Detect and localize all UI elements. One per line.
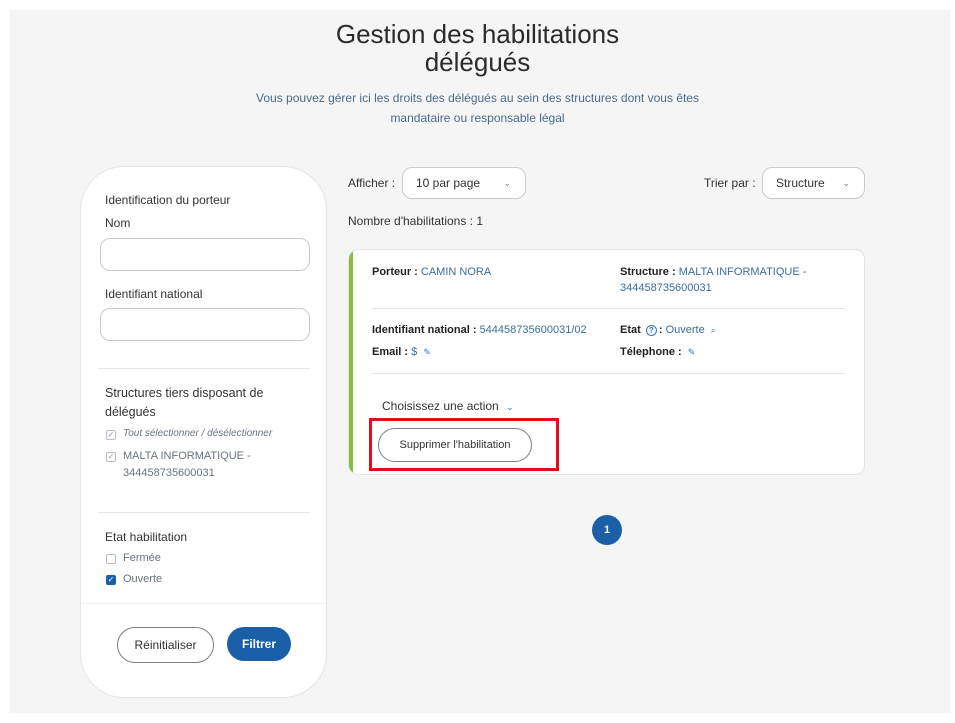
divider: [98, 368, 310, 369]
page-size-select[interactable]: 10 par page ⌄: [402, 167, 526, 199]
reset-button[interactable]: Réinitialiser: [117, 627, 214, 663]
edit-icon[interactable]: ✎: [688, 344, 696, 360]
nom-input[interactable]: [100, 238, 310, 271]
search-icon[interactable]: ⌕: [711, 322, 716, 338]
afficher-label: Afficher :: [348, 176, 396, 190]
telephone-label: Télephone :: [620, 346, 682, 358]
telephone-field: Télephone : ✎: [620, 344, 695, 360]
sort-value: Structure: [776, 176, 825, 190]
page-size-value: 10 par page: [416, 176, 481, 190]
etat-field: Etat ?: Ouverte ⌕: [620, 322, 716, 338]
help-icon[interactable]: ?: [645, 325, 657, 336]
card-divider: [372, 373, 845, 374]
structure-item-label: MALTA INFORMATIQUE -: [123, 450, 251, 462]
filter-sidebar: Identification du porteur Nom Identifian…: [80, 166, 327, 698]
structures-heading-line2: délégués: [105, 405, 156, 419]
page-title-line2: délégués: [424, 47, 531, 77]
structure-checkbox[interactable]: ✓: [106, 452, 116, 462]
filter-button[interactable]: Filtrer: [227, 627, 291, 661]
page-subtitle-line2: mandataire ou responsable légal: [390, 111, 565, 125]
pagination-page-button[interactable]: 1: [592, 515, 622, 545]
structures-heading: Structures tiers disposant de: [105, 386, 264, 400]
identifiant-national-input[interactable]: [100, 308, 310, 341]
nom-label: Nom: [105, 216, 131, 230]
action-label: Choisissez une action: [382, 399, 499, 413]
porteur-label: Porteur :: [372, 266, 418, 278]
email-field: Email : $ ✎: [372, 344, 431, 360]
chevron-down-icon: ⌄: [506, 402, 514, 412]
structure-id-field: 344458735600031: [620, 280, 712, 296]
identification-heading: Identification du porteur: [105, 193, 231, 207]
edit-icon[interactable]: ✎: [423, 344, 431, 360]
select-all-label: Tout sélectionner / désélectionner: [123, 428, 273, 439]
page-title: Gestion des habilitations: [335, 19, 620, 49]
structure-field: Structure : MALTA INFORMATIQUE -: [620, 264, 806, 280]
etat-heading: Etat habilitation: [105, 530, 188, 544]
chevron-down-icon: ⌄: [842, 178, 850, 188]
porteur-value: CAMIN NORA: [420, 266, 492, 278]
highlight-box: [369, 418, 559, 471]
structure-label: Structure :: [620, 266, 676, 278]
sort-select[interactable]: Structure ⌄: [762, 167, 865, 199]
fermee-checkbox[interactable]: [106, 554, 116, 564]
fermee-label: Fermée: [123, 552, 161, 564]
habilitations-count: Nombre d'habilitations : 1: [348, 214, 484, 228]
structure-value: MALTA INFORMATIQUE -: [678, 266, 807, 278]
action-dropdown[interactable]: Choisissez une action ⌄: [382, 398, 514, 415]
etat-value: Ouverte: [665, 324, 705, 336]
identifiant-field: Identifiant national : 544458735600031/0…: [372, 322, 587, 338]
porteur-field: Porteur : CAMIN NORA: [372, 264, 491, 280]
structure-value-id: 344458735600031: [620, 282, 712, 294]
email-value: $: [411, 346, 418, 358]
page-subtitle: Vous pouvez gérer ici les droits des dél…: [256, 91, 699, 105]
ouverte-checkbox[interactable]: ✓: [106, 575, 116, 585]
chevron-down-icon: ⌄: [503, 178, 511, 188]
structure-item-id: 344458735600031: [123, 467, 215, 479]
email-label: Email :: [372, 346, 409, 358]
trier-label: Trier par :: [704, 176, 756, 190]
card-divider: [372, 308, 845, 309]
card-accent-bar: [349, 250, 353, 474]
select-all-checkbox[interactable]: ✓: [106, 430, 116, 440]
identifiant-label: Identifiant national :: [372, 324, 477, 336]
identifiant-value: 544458735600031/02: [479, 324, 587, 336]
divider: [98, 512, 310, 513]
identifiant-national-label: Identifiant national: [105, 287, 203, 301]
divider: [81, 603, 326, 604]
ouverte-label: Ouverte: [123, 573, 163, 585]
etat-label: Etat: [620, 324, 641, 336]
